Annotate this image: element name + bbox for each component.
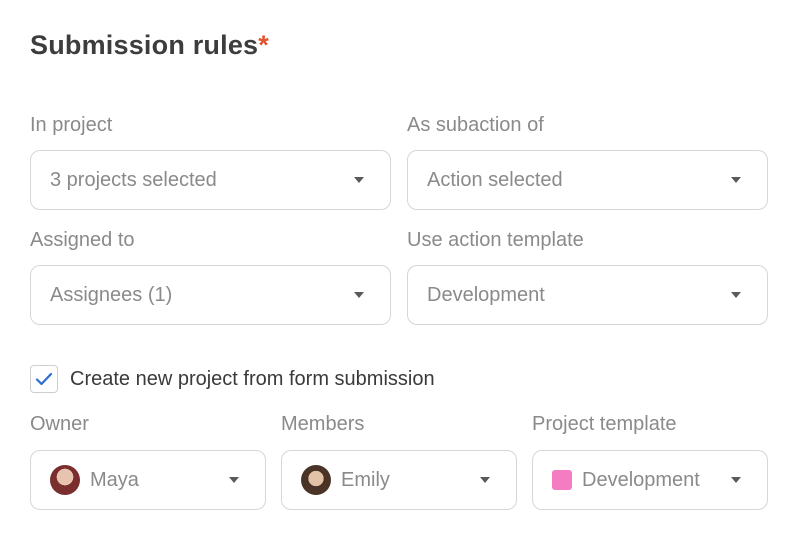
use-action-template-select[interactable]: Development <box>407 265 768 325</box>
as-subaction-of-select[interactable]: Action selected <box>407 150 768 210</box>
use-action-template-value: Development <box>427 283 545 306</box>
chevron-down-icon <box>731 177 741 183</box>
project-template-select[interactable]: Development <box>532 450 768 510</box>
assigned-to-label: Assigned to <box>30 229 135 251</box>
chevron-down-icon <box>354 177 364 183</box>
assigned-to-select[interactable]: Assignees (1) <box>30 265 391 325</box>
required-asterisk: * <box>258 30 269 60</box>
in-project-value: 3 projects selected <box>50 168 217 191</box>
chevron-down-icon <box>480 477 490 483</box>
members-label: Members <box>281 413 365 435</box>
assigned-to-value: Assignees (1) <box>50 283 173 306</box>
as-subaction-of-value: Action selected <box>427 168 563 191</box>
owner-label: Owner <box>30 413 89 435</box>
color-swatch-icon <box>552 470 572 490</box>
chevron-down-icon <box>354 292 364 298</box>
section-title-text: Submission rules <box>30 30 259 60</box>
create-project-checkbox[interactable] <box>30 365 58 393</box>
avatar <box>301 465 331 495</box>
owner-select[interactable]: Maya <box>30 450 266 510</box>
chevron-down-icon <box>229 477 239 483</box>
avatar <box>50 465 80 495</box>
in-project-label: In project <box>30 114 113 136</box>
use-action-template-label: Use action template <box>407 229 584 251</box>
project-template-value: Development <box>582 468 700 491</box>
in-project-select[interactable]: 3 projects selected <box>30 150 391 210</box>
owner-value: Maya <box>90 468 139 491</box>
as-subaction-of-label: As subaction of <box>407 114 544 136</box>
members-select[interactable]: Emily <box>281 450 517 510</box>
members-value: Emily <box>341 468 390 491</box>
check-icon <box>35 372 53 386</box>
chevron-down-icon <box>731 292 741 298</box>
create-project-label[interactable]: Create new project from form submission <box>70 368 435 391</box>
project-template-label: Project template <box>532 413 677 435</box>
chevron-down-icon <box>731 477 741 483</box>
section-title: Submission rules* <box>30 30 269 61</box>
